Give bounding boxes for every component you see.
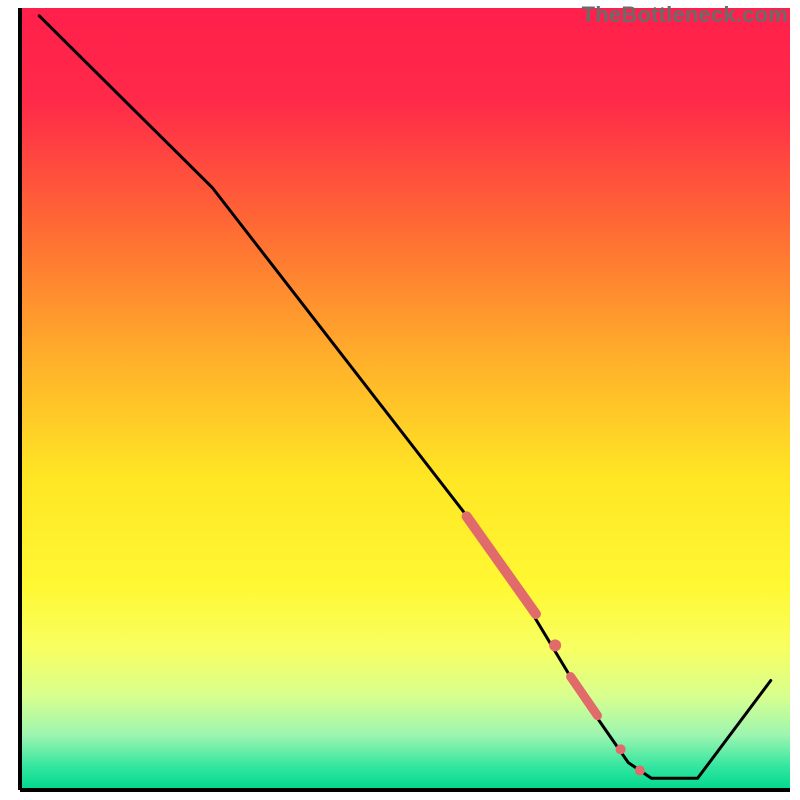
dot-1 (549, 639, 561, 651)
dot-2 (616, 744, 626, 754)
gradient-background (20, 8, 790, 790)
chart-container: TheBottleneck.com (0, 0, 800, 800)
dot-3 (635, 765, 645, 775)
bottleneck-chart (0, 0, 800, 800)
